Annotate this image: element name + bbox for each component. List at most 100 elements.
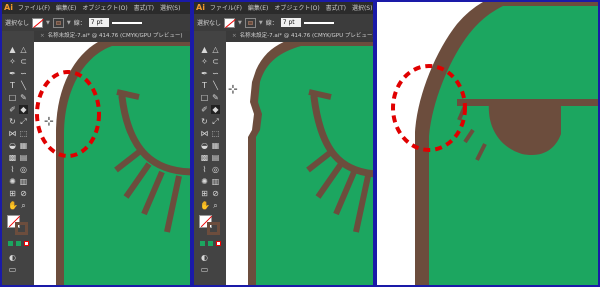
hand-tool-icon[interactable]: ✋ — [200, 201, 210, 210]
artboard-tool-icon[interactable]: ⊞ — [200, 189, 209, 198]
mesh-tool-icon[interactable]: ▩ — [8, 153, 17, 162]
stroke-weight-input[interactable]: 7 pt — [88, 18, 109, 27]
slice-tool-icon[interactable]: ⊘ — [211, 189, 220, 198]
direct-selection-tool-icon[interactable]: △ — [19, 45, 28, 54]
menu-file[interactable]: ファイル(F) — [210, 5, 242, 12]
rotate-tool-icon[interactable]: ↻ — [200, 117, 209, 126]
pen-tool-icon[interactable]: ✒ — [200, 69, 209, 78]
pen-tool-icon[interactable]: ✒ — [8, 69, 17, 78]
fill-dropdown-icon[interactable]: ▼ — [238, 20, 242, 26]
line-tool-icon[interactable]: ╲ — [211, 81, 220, 90]
free-transform-tool-icon[interactable]: ⬚ — [19, 129, 28, 138]
artwork-svg — [226, 42, 373, 285]
paintbrush-tool-icon[interactable]: ✐ — [200, 105, 209, 114]
fill-dropdown-icon[interactable]: ▼ — [46, 20, 50, 26]
column-graph-tool-icon[interactable]: ▥ — [211, 177, 220, 186]
draw-mode-icon[interactable]: ◐ — [8, 253, 17, 262]
pencil-tool-icon[interactable]: ✎ — [19, 93, 28, 102]
magic-wand-tool-icon[interactable]: ✧ — [200, 57, 209, 66]
fill-swatch[interactable] — [224, 17, 236, 28]
perspective-grid-tool-icon[interactable]: ▦ — [211, 141, 220, 150]
menu-edit[interactable]: 編集(E) — [56, 5, 76, 12]
blend-tool-icon[interactable]: ◎ — [19, 165, 28, 174]
paintbrush-tool-icon[interactable]: ✐ — [8, 105, 17, 114]
scale-tool-icon[interactable]: ⤢ — [211, 117, 220, 126]
color-mode-icon[interactable] — [8, 241, 13, 246]
shape-builder-tool-icon[interactable]: ◒ — [8, 141, 17, 150]
screen-mode-icon[interactable]: ▭ — [200, 265, 209, 274]
screen-mode-icon[interactable]: ▭ — [8, 265, 17, 274]
free-transform-tool-icon[interactable]: ⬚ — [211, 129, 220, 138]
menu-object[interactable]: オブジェクト(O) — [274, 5, 319, 12]
rotate-tool-icon[interactable]: ↻ — [8, 117, 17, 126]
close-tab-icon[interactable]: × — [232, 33, 237, 39]
lasso-tool-icon[interactable]: ⊂ — [19, 57, 28, 66]
stroke-profile-preview[interactable] — [111, 21, 142, 24]
symbol-sprayer-tool-icon[interactable]: ✺ — [8, 177, 17, 186]
none-mode-icon[interactable] — [24, 241, 29, 246]
crosshair-cursor-icon: ⊹ — [228, 82, 239, 96]
width-tool-icon[interactable]: ⋈ — [8, 129, 17, 138]
hand-tool-icon[interactable]: ✋ — [8, 201, 18, 210]
curvature-tool-icon[interactable]: ∽ — [19, 69, 28, 78]
gradient-tool-icon[interactable]: ▤ — [19, 153, 28, 162]
menu-file[interactable]: ファイル(F) — [18, 5, 50, 12]
type-tool-icon[interactable]: T — [8, 81, 17, 90]
fill-swatch[interactable] — [32, 17, 44, 28]
menu-type[interactable]: 書式(T) — [326, 5, 346, 12]
zoom-tool-icon[interactable]: ⌕ — [19, 201, 28, 210]
scale-tool-icon[interactable]: ⤢ — [19, 117, 28, 126]
stroke-color-icon[interactable] — [15, 222, 28, 235]
curvature-tool-icon[interactable]: ∽ — [211, 69, 220, 78]
stroke-weight-label: 線： — [73, 20, 86, 27]
stroke-profile-preview[interactable] — [303, 21, 334, 24]
draw-mode-icon[interactable]: ◐ — [200, 253, 209, 262]
eraser-icon[interactable]: ◆ — [211, 105, 220, 114]
menu-edit[interactable]: 編集(E) — [248, 5, 268, 12]
none-mode-icon[interactable] — [216, 241, 221, 246]
menu-type[interactable]: 書式(T) — [134, 5, 154, 12]
menu-select[interactable]: 選択(S) — [352, 5, 373, 12]
gradient-mode-icon[interactable] — [16, 241, 21, 246]
slice-tool-icon[interactable]: ⊘ — [19, 189, 28, 198]
menu-select[interactable]: 選択(S) — [160, 5, 181, 12]
artboard-canvas[interactable]: ⊹ — [34, 42, 190, 285]
line-tool-icon[interactable]: ╲ — [19, 81, 28, 90]
eraser-icon[interactable]: ◆ — [19, 105, 28, 114]
gradient-tool-icon[interactable]: ▤ — [211, 153, 220, 162]
stroke-swatch-icon[interactable] — [244, 17, 256, 28]
type-tool-icon[interactable]: T — [200, 81, 209, 90]
mesh-tool-icon[interactable]: ▩ — [200, 153, 209, 162]
menu-object[interactable]: オブジェクト(O) — [82, 5, 127, 12]
rectangle-tool-icon[interactable]: □ — [200, 93, 209, 102]
blend-tool-icon[interactable]: ◎ — [211, 165, 220, 174]
eyedropper-tool-icon[interactable]: ⌇ — [8, 165, 17, 174]
document-tab[interactable]: × 名称未設定-7.ai* @ 414.76 (CMYK/GPU プレビュー) — [34, 31, 190, 42]
selection-tool-icon[interactable]: ▲ — [8, 45, 17, 54]
artboard-tool-icon[interactable]: ⊞ — [8, 189, 17, 198]
selection-tool-icon[interactable]: ▲ — [200, 45, 209, 54]
pencil-tool-icon[interactable]: ✎ — [211, 93, 220, 102]
stroke-swatch-icon[interactable] — [52, 17, 64, 28]
close-tab-icon[interactable]: × — [40, 33, 45, 39]
stroke-dropdown-icon[interactable]: ▼ — [259, 20, 263, 26]
column-graph-tool-icon[interactable]: ▥ — [19, 177, 28, 186]
gradient-mode-icon[interactable] — [208, 241, 213, 246]
stroke-weight-input[interactable]: 7 pt — [280, 18, 301, 27]
shape-builder-tool-icon[interactable]: ◒ — [200, 141, 209, 150]
document-tab-title: 名称未設定-7.ai* @ 414.76 (CMYK/GPU プレビュー) — [47, 33, 183, 39]
magic-wand-tool-icon[interactable]: ✧ — [8, 57, 17, 66]
perspective-grid-tool-icon[interactable]: ▦ — [19, 141, 28, 150]
document-tab[interactable]: × 名称未設定-7.ai* @ 414.76 (CMYK/GPU プレビュー) — [226, 31, 373, 42]
color-mode-icon[interactable] — [200, 241, 205, 246]
stroke-dropdown-icon[interactable]: ▼ — [67, 20, 71, 26]
rectangle-tool-icon[interactable]: □ — [8, 93, 17, 102]
symbol-sprayer-tool-icon[interactable]: ✺ — [200, 177, 209, 186]
zoom-tool-icon[interactable]: ⌕ — [211, 201, 220, 210]
eyedropper-tool-icon[interactable]: ⌇ — [200, 165, 209, 174]
artboard-canvas[interactable]: ⊹ — [226, 42, 373, 285]
width-tool-icon[interactable]: ⋈ — [200, 129, 209, 138]
lasso-tool-icon[interactable]: ⊂ — [211, 57, 220, 66]
stroke-color-icon[interactable] — [207, 222, 220, 235]
direct-selection-tool-icon[interactable]: △ — [211, 45, 220, 54]
